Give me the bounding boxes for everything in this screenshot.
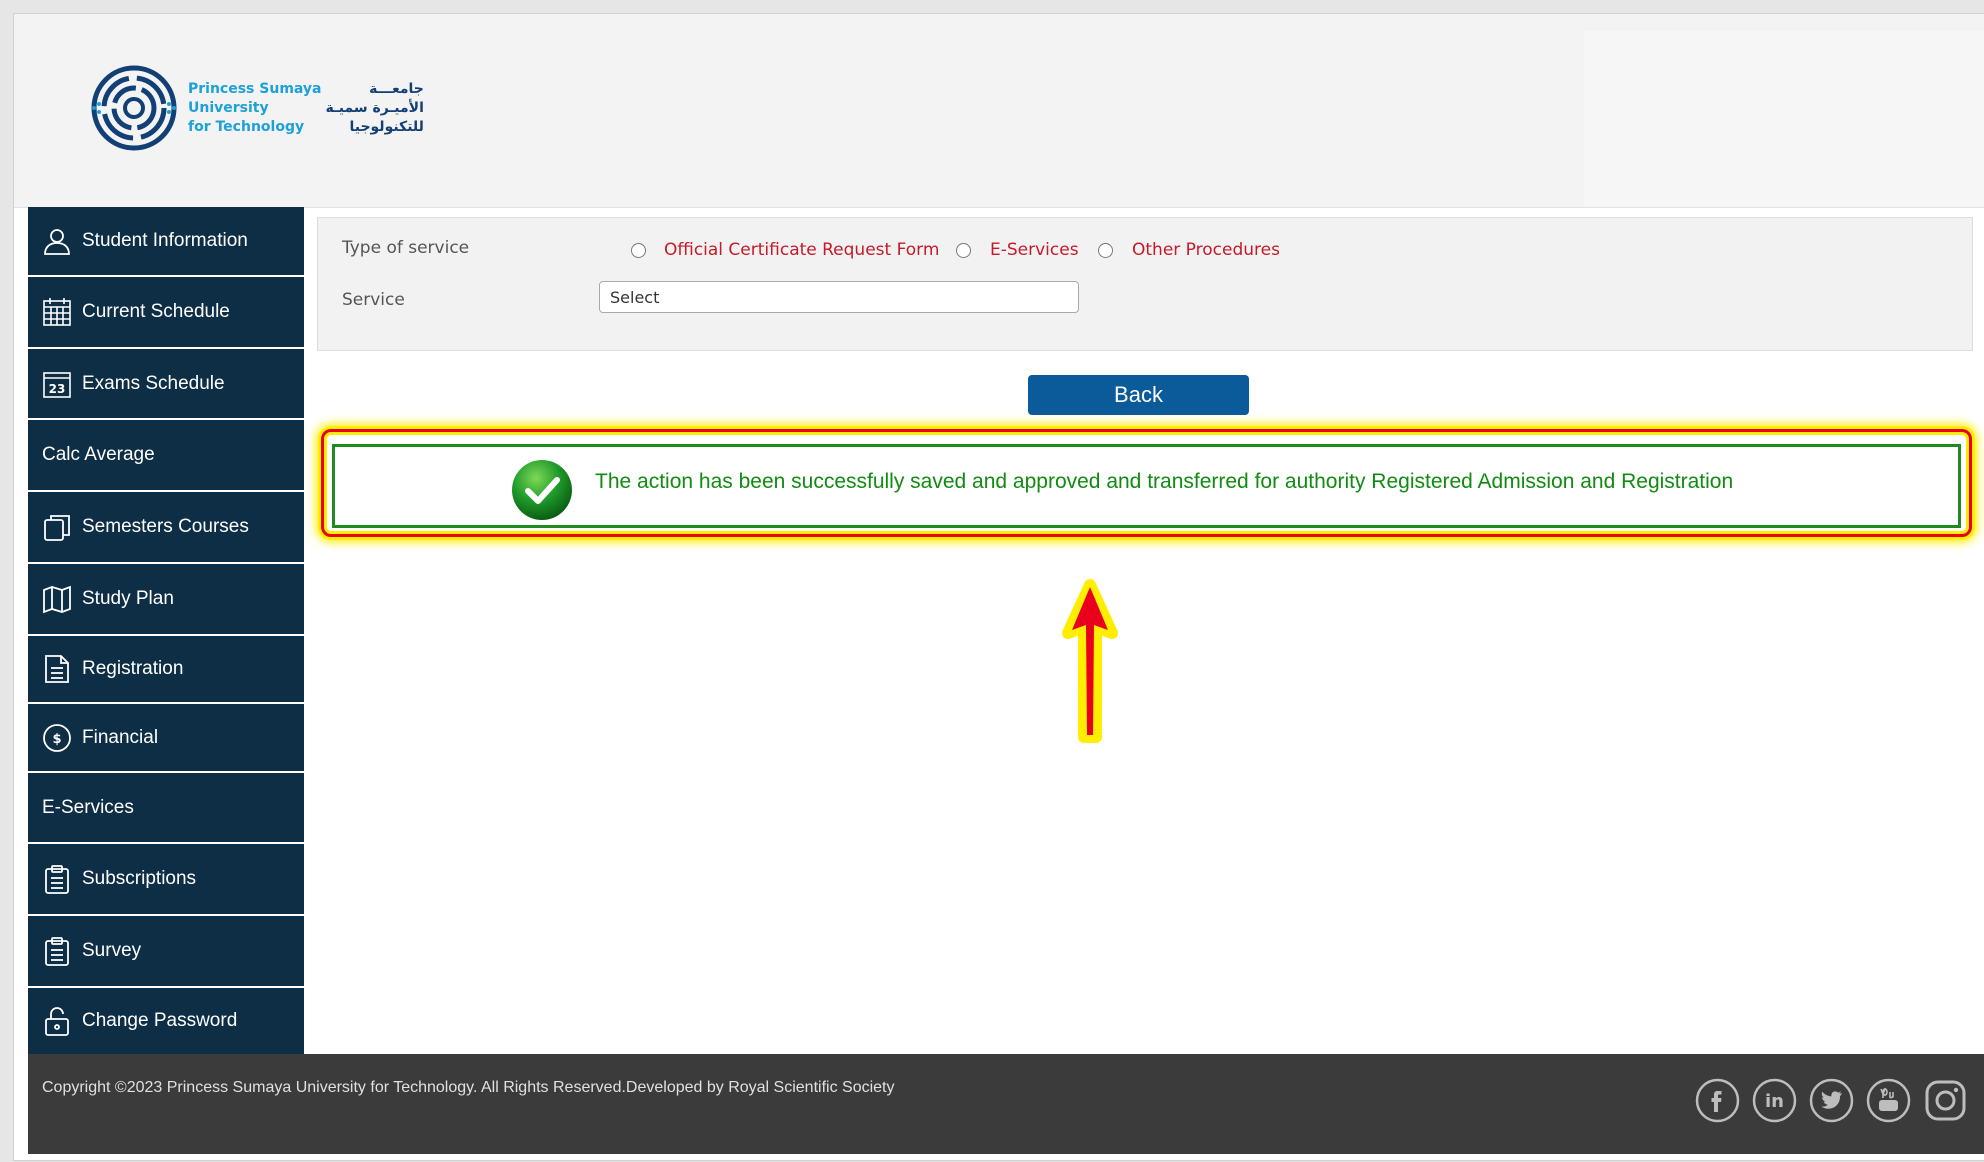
sidebar-item-label: Semesters Courses bbox=[82, 516, 249, 537]
radio-e-services[interactable] bbox=[956, 243, 971, 258]
sidebar-item-label: Current Schedule bbox=[82, 301, 230, 322]
facebook-icon[interactable] bbox=[1695, 1078, 1740, 1123]
sidebar-item-e-services[interactable]: E-Services bbox=[28, 773, 304, 844]
radio-official-certificate[interactable] bbox=[631, 243, 646, 258]
logo-english-text: Princess Sumaya University for Technolog… bbox=[188, 80, 322, 135]
success-message-text: The action has been successfully saved a… bbox=[595, 470, 1734, 493]
sidebar-item-label: Registration bbox=[82, 658, 184, 679]
dollar-icon: $ bbox=[40, 721, 74, 755]
sidebar-item-change-password[interactable]: Change Password bbox=[28, 988, 304, 1054]
service-select-value: Select bbox=[610, 288, 660, 307]
sidebar-nav: Student Information Current Schedule 23 … bbox=[28, 207, 304, 1054]
success-message: The action has been successfully saved a… bbox=[332, 444, 1961, 528]
svg-text:$: $ bbox=[52, 732, 61, 747]
sidebar-item-subscriptions[interactable]: Subscriptions bbox=[28, 844, 304, 916]
calendar-23-icon: 23 bbox=[40, 367, 74, 401]
clipboard-icon bbox=[40, 862, 74, 896]
sidebar-item-survey[interactable]: Survey bbox=[28, 916, 304, 988]
footer: Copyright ©2023 Princess Sumaya Universi… bbox=[28, 1054, 1984, 1154]
calendar-icon bbox=[40, 295, 74, 329]
sidebar-item-semesters-courses[interactable]: Semesters Courses bbox=[28, 492, 304, 564]
sidebar-item-label: Exams Schedule bbox=[82, 372, 225, 394]
svg-text:in: in bbox=[1765, 1091, 1784, 1112]
sidebar-item-registration[interactable]: Registration bbox=[28, 636, 304, 704]
sidebar-item-current-schedule[interactable]: Current Schedule bbox=[28, 277, 304, 349]
instagram-icon[interactable] bbox=[1923, 1078, 1968, 1123]
option-label-e-services[interactable]: E-Services bbox=[990, 240, 1079, 260]
sidebar-item-label: E-Services bbox=[42, 796, 134, 818]
linkedin-icon[interactable]: in bbox=[1752, 1078, 1797, 1123]
youtube-icon[interactable] bbox=[1866, 1078, 1911, 1123]
option-label-other-procedures[interactable]: Other Procedures bbox=[1132, 240, 1280, 260]
logo-arabic-text: جامعـــة الأميـرة سميـة للتكنولوجيا bbox=[325, 80, 424, 135]
user-icon bbox=[40, 224, 74, 258]
header: Princess Sumaya University for Technolog… bbox=[14, 14, 1984, 208]
sidebar-item-label: Study Plan bbox=[82, 588, 174, 609]
service-form: Type of service Official Certificate Req… bbox=[317, 217, 1973, 351]
sidebar-item-label: Survey bbox=[82, 940, 142, 961]
sidebar-item-label: Subscriptions bbox=[82, 868, 197, 889]
svg-text:23: 23 bbox=[49, 382, 66, 396]
type-of-service-label: Type of service bbox=[342, 238, 470, 258]
sidebar-item-calc-average[interactable]: Calc Average bbox=[28, 420, 304, 492]
sidebar-item-label: Financial bbox=[82, 726, 159, 748]
back-button[interactable]: Back bbox=[1028, 375, 1249, 415]
twitter-icon[interactable] bbox=[1809, 1078, 1854, 1123]
logo-emblem-icon bbox=[91, 65, 177, 151]
success-check-icon bbox=[512, 460, 572, 520]
sidebar-item-study-plan[interactable]: Study Plan bbox=[28, 564, 304, 636]
copyright-text: Copyright ©2023 Princess Sumaya Universi… bbox=[42, 1079, 895, 1096]
sidebar-item-exams-schedule[interactable]: 23 Exams Schedule bbox=[28, 349, 304, 420]
clipboard-icon bbox=[40, 934, 74, 968]
radio-other-procedures[interactable] bbox=[1098, 243, 1113, 258]
sidebar-item-label: Student Information bbox=[82, 230, 248, 251]
map-icon bbox=[40, 582, 74, 616]
document-icon bbox=[40, 652, 74, 686]
sidebar-item-label: Calc Average bbox=[42, 444, 155, 465]
sidebar-item-label: Change Password bbox=[82, 1010, 238, 1031]
social-links: in bbox=[1695, 1078, 1968, 1123]
sidebar-item-student-information[interactable]: Student Information bbox=[28, 207, 304, 277]
sidebar-item-financial[interactable]: $ Financial bbox=[28, 704, 304, 773]
service-select[interactable]: Select bbox=[599, 281, 1079, 313]
university-logo[interactable]: Princess Sumaya University for Technolog… bbox=[90, 64, 424, 152]
copy-icon bbox=[40, 510, 74, 544]
option-label-official-certificate[interactable]: Official Certificate Request Form bbox=[664, 240, 939, 260]
arrow-up-icon bbox=[1062, 579, 1118, 743]
service-label: Service bbox=[342, 290, 405, 310]
unlock-icon bbox=[40, 1004, 74, 1038]
header-right-panel bbox=[1584, 31, 1984, 207]
